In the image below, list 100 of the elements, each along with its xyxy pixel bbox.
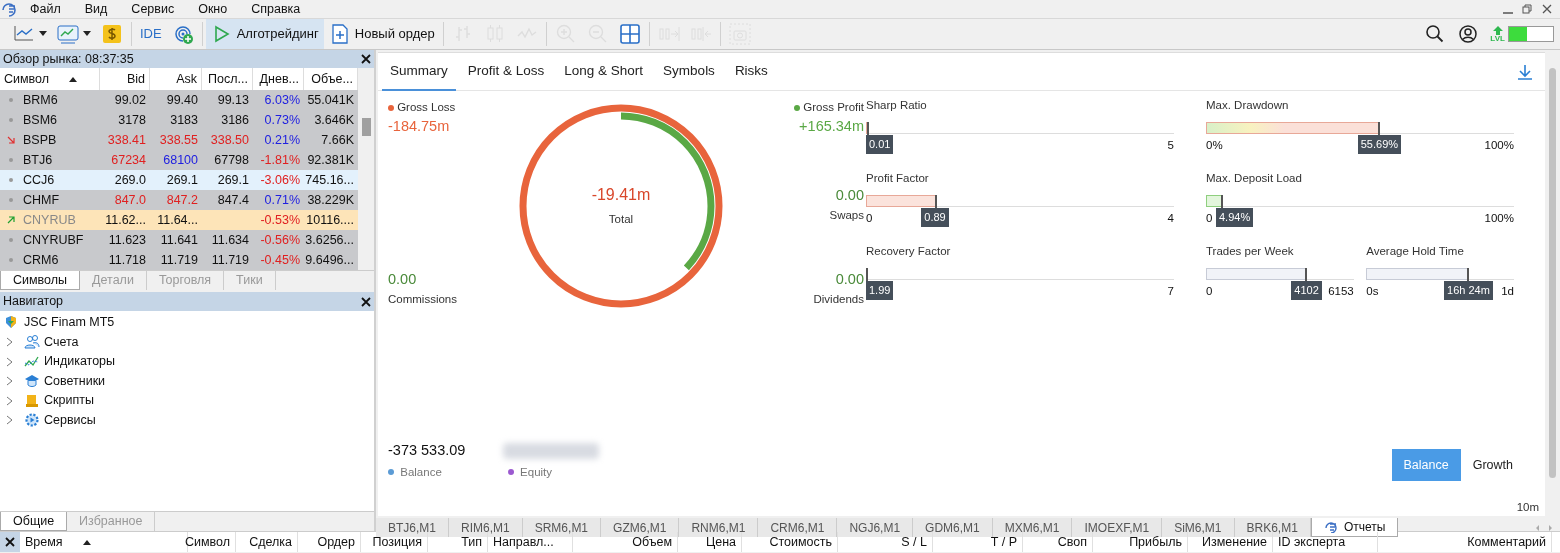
close-button[interactable] bbox=[0, 532, 20, 552]
table-cell: 847.0 bbox=[114, 192, 146, 207]
chart-tab[interactable]: RNM6,M1 bbox=[679, 518, 759, 538]
tree-item[interactable]: Счета bbox=[44, 332, 79, 352]
table-cell: 11.641 bbox=[160, 232, 198, 247]
column-header[interactable]: T / P bbox=[933, 532, 1023, 552]
stat-label: Swaps bbox=[829, 207, 864, 223]
menu-item[interactable]: Сервис bbox=[119, 0, 187, 19]
table-cell: 11.64... bbox=[157, 212, 198, 227]
level-label: LVL bbox=[1490, 34, 1505, 43]
table-cell: 3183 bbox=[170, 112, 198, 127]
table-cell: 38.229K bbox=[307, 192, 354, 207]
table-cell: 847.2 bbox=[166, 192, 198, 207]
chart-tab[interactable]: SRM6,M1 bbox=[522, 518, 602, 538]
column-header[interactable]: Комментарий bbox=[1378, 532, 1552, 552]
chevron-right-icon[interactable] bbox=[6, 337, 14, 348]
scrollbar-thumb[interactable] bbox=[362, 118, 371, 136]
report-tab[interactable]: Long & Short bbox=[556, 52, 652, 91]
scrollbar-thumb[interactable] bbox=[1549, 68, 1556, 478]
quote-row[interactable]: CHMF 847.0 847.2 847.4 0.71% 38.229K bbox=[0, 190, 358, 210]
menu-item[interactable]: Файл bbox=[18, 0, 73, 19]
tree-item[interactable]: Индикаторы bbox=[44, 352, 116, 372]
quote-row[interactable]: CCJ6 269.0 269.1 269.1 -3.06% 745.16... bbox=[0, 170, 358, 190]
quote-row[interactable]: BTJ6 67234 68100 67798 -1.81% 92.381K bbox=[0, 150, 358, 170]
tree-item[interactable]: JSC Finam MT5 bbox=[24, 313, 115, 333]
table-cell: 269.1 bbox=[166, 172, 198, 187]
report-tab[interactable]: Risks bbox=[726, 52, 776, 91]
scale-max: 6153 bbox=[1328, 284, 1354, 298]
table-cell: 3.646K bbox=[314, 112, 354, 127]
column-header[interactable]: Ордер bbox=[298, 532, 361, 552]
chart-tab[interactable]: BRK6,M1 bbox=[1234, 518, 1311, 538]
table-cell: 0.73% bbox=[264, 112, 300, 127]
column-header[interactable]: S / L bbox=[838, 532, 933, 552]
column-header[interactable]: Направл... bbox=[488, 532, 573, 552]
balance-value: -373 533.09 bbox=[388, 441, 466, 460]
column-header[interactable]: Цена bbox=[678, 532, 742, 552]
menu-item[interactable]: Справка bbox=[239, 0, 313, 19]
column-header[interactable]: Сделка bbox=[236, 532, 298, 552]
chart-tab[interactable]: BTJ6,M1 bbox=[376, 518, 449, 538]
report-tab[interactable]: Summary bbox=[382, 52, 456, 91]
app-logo-icon bbox=[0, 1, 18, 17]
tree-item[interactable]: Советники bbox=[44, 371, 106, 391]
chevron-right-icon[interactable] bbox=[6, 395, 14, 406]
menu-item[interactable]: Окно bbox=[186, 0, 240, 19]
column-header[interactable]: Изменение bbox=[1188, 532, 1273, 552]
table-cell: 11.62... bbox=[105, 212, 146, 227]
chart-tab[interactable]: GDM6,M1 bbox=[913, 518, 993, 538]
quote-row[interactable]: CNYRUBF 11.623 11.641 11.634 -0.56% 3.6256... bbox=[0, 230, 358, 250]
chart-tab[interactable]: SiM6,M1 bbox=[1162, 518, 1235, 538]
quote-row[interactable]: CRM6 11.718 11.719 11.719 -0.45% 9.6496... bbox=[0, 250, 358, 270]
chart-tab[interactable]: NGJ6,M1 bbox=[837, 518, 914, 538]
tree-item[interactable]: Скрипты bbox=[44, 391, 94, 411]
people-icon bbox=[24, 334, 40, 351]
total-value: -19.41m bbox=[590, 185, 652, 205]
chart-tab[interactable]: Отчеты bbox=[1310, 518, 1399, 538]
column-header[interactable]: Своп bbox=[1023, 532, 1093, 552]
tree-item[interactable]: Сервисы bbox=[44, 410, 96, 430]
minimize-icon bbox=[1503, 12, 1514, 14]
metric-label: Average Hold Time bbox=[1366, 244, 1465, 259]
panel-tab[interactable]: Общие bbox=[0, 512, 68, 531]
column-header[interactable]: Тип bbox=[428, 532, 488, 552]
tile-windows-icon bbox=[618, 23, 641, 45]
table-cell: 68100 bbox=[163, 152, 198, 167]
column-header[interactable]: Объем bbox=[573, 532, 678, 552]
menu-item[interactable]: Вид bbox=[72, 0, 120, 19]
quote-row[interactable]: BRM6 99.02 99.40 99.13 6.03% 55.041K bbox=[0, 90, 358, 110]
column-header[interactable]: Стоимость bbox=[742, 532, 838, 552]
table-cell-text: BSM6 bbox=[23, 111, 58, 129]
panel-tab[interactable]: Символы bbox=[0, 271, 81, 290]
restore-icon bbox=[1519, 2, 1534, 16]
table-cell-text: CCJ6 bbox=[23, 171, 55, 189]
report-tab[interactable]: Symbols bbox=[655, 52, 723, 91]
quote-row[interactable]: BSM6 3178 3183 3186 0.73% 3.646K bbox=[0, 110, 358, 130]
table-cell-text: CNYRUBF bbox=[23, 231, 84, 249]
chart-tab[interactable]: RIM6,M1 bbox=[449, 518, 523, 538]
column-header[interactable]: Позиция bbox=[361, 532, 428, 552]
report-tab[interactable]: Profit & Loss bbox=[459, 52, 553, 91]
chevron-right-icon[interactable] bbox=[6, 415, 14, 426]
chart-tab[interactable]: CRM6,M1 bbox=[758, 518, 838, 538]
stat-label: Dividends bbox=[813, 291, 864, 307]
chart-tab[interactable]: MXM6,M1 bbox=[992, 518, 1073, 538]
toolbar-button[interactable]: IDE bbox=[135, 19, 167, 49]
chevron-right-icon[interactable] bbox=[6, 376, 14, 387]
metric-value-tooltip: 1.99 bbox=[866, 281, 894, 300]
column-header[interactable]: ID эксперта bbox=[1273, 532, 1378, 552]
toolbar-button[interactable]: Алготрейдинг bbox=[205, 19, 324, 49]
column-header[interactable]: Прибыль bbox=[1093, 532, 1188, 552]
user-icon bbox=[1457, 24, 1478, 44]
panel-title: Обзор рынка: 08:37:35 bbox=[3, 50, 134, 68]
chart-template-icon bbox=[57, 23, 79, 45]
table-cell: 10116.... bbox=[306, 212, 354, 227]
table-cell: 338.55 bbox=[159, 132, 198, 147]
total-label: Total bbox=[607, 212, 635, 227]
quote-row[interactable]: BSPB 338.41 338.55 338.50 0.21% 7.66K bbox=[0, 130, 358, 150]
chevron-right-icon[interactable] bbox=[6, 356, 14, 367]
arrow-up-icon bbox=[1491, 25, 1504, 35]
toolbar-button[interactable]: Новый ордер bbox=[323, 19, 440, 49]
table-cell: 6.03% bbox=[264, 92, 300, 107]
download-icon[interactable] bbox=[1517, 63, 1533, 80]
table-cell: 11.719 bbox=[160, 252, 198, 267]
